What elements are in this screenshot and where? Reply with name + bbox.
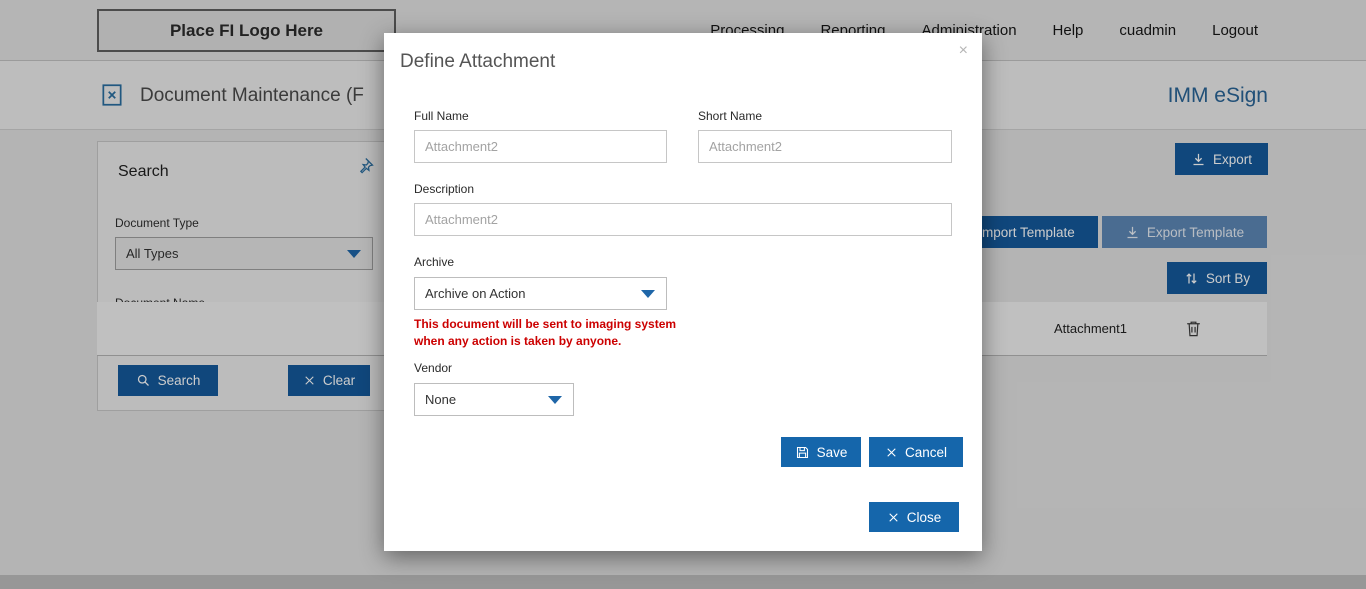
vendor-label: Vendor — [414, 361, 452, 375]
short-name-input[interactable] — [698, 130, 952, 163]
vendor-select-value: None — [425, 392, 456, 407]
x-icon — [885, 446, 898, 459]
full-name-input[interactable] — [414, 130, 667, 163]
description-input[interactable] — [414, 203, 952, 236]
archive-label: Archive — [414, 255, 454, 269]
cancel-button[interactable]: Cancel — [869, 437, 963, 467]
modal-title: Define Attachment — [400, 51, 555, 73]
close-button-label: Close — [907, 510, 942, 525]
chevron-down-icon — [548, 396, 562, 404]
archive-select-value: Archive on Action — [425, 286, 525, 301]
archive-warning-line2: when any action is taken by anyone. — [414, 334, 621, 348]
save-floppy-icon — [795, 445, 810, 460]
save-button[interactable]: Save — [781, 437, 861, 467]
close-button[interactable]: Close — [869, 502, 959, 532]
vendor-select[interactable]: None — [414, 383, 574, 416]
define-attachment-modal: Define Attachment × Full Name Short Name… — [384, 33, 982, 551]
chevron-down-icon — [641, 290, 655, 298]
archive-select[interactable]: Archive on Action — [414, 277, 667, 310]
close-icon[interactable]: × — [959, 43, 968, 59]
x-icon — [887, 511, 900, 524]
archive-warning-line1: This document will be sent to imaging sy… — [414, 317, 676, 331]
short-name-label: Short Name — [698, 109, 762, 123]
cancel-button-label: Cancel — [905, 445, 947, 460]
full-name-label: Full Name — [414, 109, 469, 123]
page: Place FI Logo Here Processing Reporting … — [0, 0, 1366, 589]
description-label: Description — [414, 182, 474, 196]
save-button-label: Save — [817, 445, 848, 460]
